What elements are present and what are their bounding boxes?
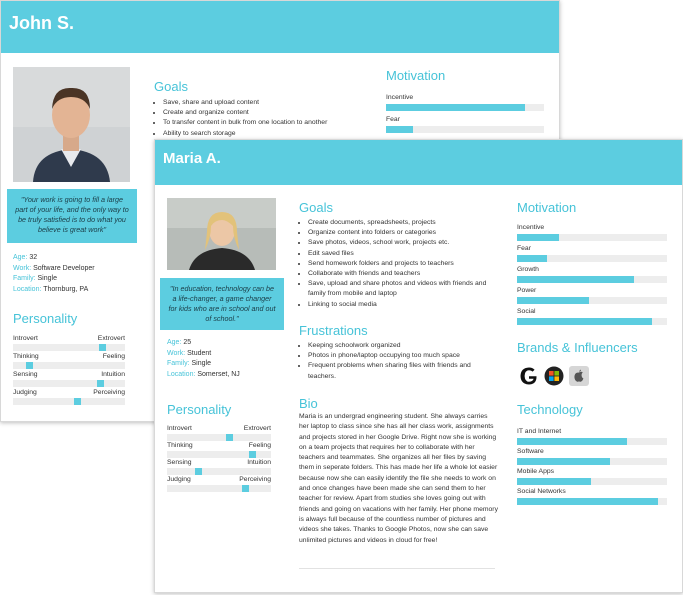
list-item: Collaborate with friends and teachers — [308, 269, 498, 279]
personality-slider: Introvert Extrovert — [13, 335, 125, 351]
bio-title: Bio — [299, 396, 318, 411]
motivation-meter: Fear — [517, 245, 667, 262]
personality-slider: Sensing Intuition — [13, 371, 125, 387]
info-family: Family: Single — [167, 360, 211, 367]
motivation-meter: Incentive — [386, 94, 544, 111]
slider-knob — [74, 398, 82, 405]
personality-slider: Judging Perceiving — [13, 389, 125, 405]
meter-fill — [517, 438, 627, 445]
list-item: Save photos, videos, school work, projec… — [308, 238, 498, 248]
apple-logo-icon — [569, 366, 589, 386]
motivation-meter: Incentive — [517, 224, 667, 241]
slider-knob — [99, 344, 107, 351]
personality-slider: Sensing Intuition — [167, 459, 271, 475]
list-item: Create and organize content — [163, 108, 383, 118]
motivation-meter: Social — [517, 308, 667, 325]
personality-slider: Thinking Feeling — [167, 442, 271, 458]
brands-title: Brands & Influencers — [517, 340, 638, 355]
slider-knob — [26, 362, 34, 369]
list-item: Photos in phone/laptop occupying too muc… — [308, 351, 498, 361]
list-item: Organize content into folders or categor… — [308, 228, 498, 238]
list-item: Frequent problems when sharing files wit… — [308, 361, 498, 381]
frustrations-title: Frustrations — [299, 323, 368, 338]
motivation-title: Motivation — [517, 200, 577, 215]
personality-title: Personality — [13, 311, 78, 326]
list-item: Save, upload and share photos and videos… — [308, 279, 498, 299]
meter-fill — [386, 126, 413, 133]
personality-slider: Thinking Feeling — [13, 353, 125, 369]
meter-fill — [517, 276, 634, 283]
slider-knob — [194, 468, 202, 475]
google-logo-icon — [519, 366, 539, 386]
portrait-woman-icon — [167, 198, 276, 270]
meter-fill — [517, 498, 658, 505]
meter-fill — [517, 458, 610, 465]
technology-meter: Social Networks — [517, 488, 667, 505]
motivation-meter: Growth — [517, 266, 667, 283]
list-item: To transfer content in bulk from one loc… — [163, 118, 383, 128]
info-work: Work: Student — [167, 349, 212, 357]
technology-meter: IT and Internet — [517, 428, 667, 445]
meter-fill — [517, 478, 591, 485]
goals-list: Save, share and upload content Create an… — [154, 98, 383, 139]
list-item: Keeping schoolwork organized — [308, 341, 498, 351]
list-item: Edit saved files — [308, 249, 498, 259]
persona-name: Maria A. — [163, 150, 221, 167]
meter-fill — [517, 234, 559, 241]
slider-knob — [225, 434, 233, 441]
info-age: Age: 32 — [13, 254, 38, 261]
avatar-photo — [13, 67, 130, 182]
persona-info: Age: 25 Work: Student Family: Single Loc… — [167, 338, 240, 380]
motivation-meter: Power — [517, 287, 667, 304]
persona-name: John S. — [9, 13, 75, 33]
card-header: John S. — [1, 1, 559, 53]
list-item: Linking to social media — [308, 300, 498, 310]
personality-title: Personality — [167, 402, 232, 417]
personality-slider: Introvert Extrovert — [167, 425, 271, 441]
slider-knob — [248, 451, 256, 458]
slider-knob — [96, 380, 104, 387]
frustrations-list: Keeping schoolwork organized Photos in p… — [299, 341, 498, 382]
persona-quote: "In education, technology can be a life-… — [160, 278, 284, 330]
avatar-photo — [167, 198, 276, 270]
goals-list: Create documents, spreadsheets, projects… — [299, 218, 498, 310]
motivation-meter: Fear — [386, 116, 544, 133]
technology-meter: Mobile Apps — [517, 468, 667, 485]
technology-meter: Software — [517, 448, 667, 465]
goals-title: Goals — [154, 79, 188, 94]
slider-knob — [241, 485, 249, 492]
microsoft-office-logo-icon — [544, 366, 564, 386]
list-item: Ability to search storage — [163, 129, 383, 139]
info-location: Location: Thornburg, PA — [13, 285, 89, 293]
goals-title: Goals — [299, 200, 333, 215]
list-item: Create documents, spreadsheets, projects — [308, 218, 498, 228]
info-family: Family: Single — [13, 275, 57, 282]
persona-quote: "Your work is going to fill a large part… — [7, 189, 137, 243]
divider — [299, 568, 495, 569]
meter-fill — [517, 297, 589, 304]
list-item: Save, share and upload content — [163, 98, 383, 108]
meter-fill — [517, 318, 652, 325]
card-header: Maria A. — [155, 140, 682, 185]
persona-info: Age: 32 Work: Software Developer Family:… — [13, 253, 95, 295]
list-item: Send homework folders and projects to te… — [308, 259, 498, 269]
persona-card-maria: Maria A. "In education, technology can b… — [154, 139, 683, 593]
info-age: Age: 25 — [167, 339, 192, 346]
portrait-man-icon — [13, 67, 130, 182]
info-location: Location: Somerset, NJ — [167, 370, 240, 378]
bio-text: Maria is an undergrad engineering studen… — [299, 413, 498, 544]
meter-fill — [517, 255, 547, 262]
motivation-title: Motivation — [386, 68, 446, 83]
personality-slider: Judging Perceiving — [167, 476, 271, 492]
meter-fill — [386, 104, 526, 111]
info-work: Work: Software Developer — [13, 264, 95, 272]
technology-title: Technology — [517, 402, 583, 417]
